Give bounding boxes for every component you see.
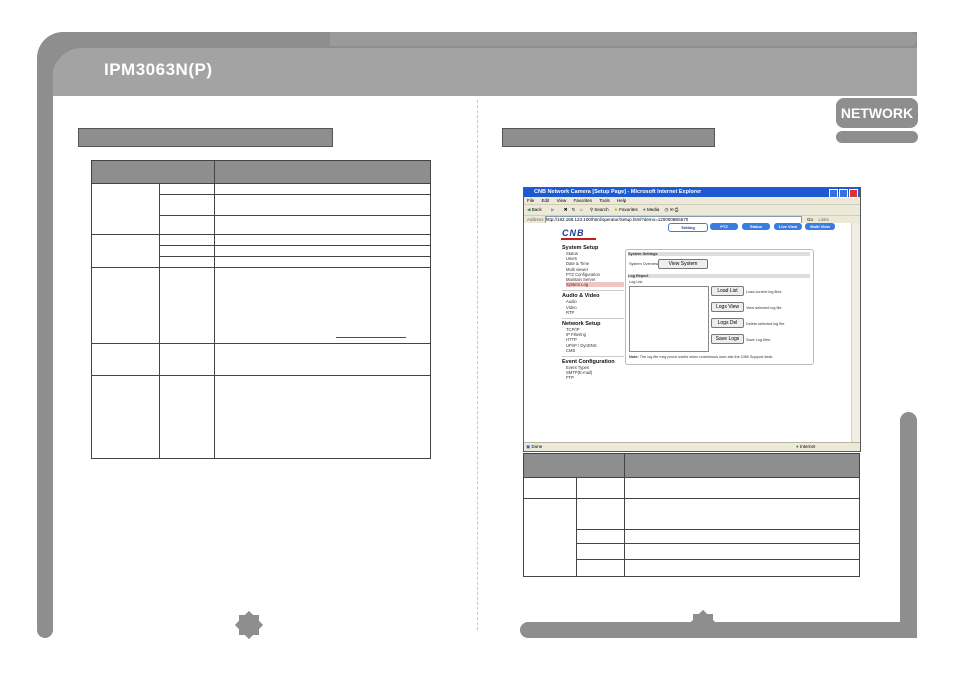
nav-item-rtp[interactable]: RTP [566,310,624,315]
system-overview-label: System Overview [629,262,659,266]
log-list-label: Log List [629,280,643,284]
nav-separator [562,356,624,358]
system-settings-header: System Settings [628,252,810,256]
page-seal-left-square [239,615,259,635]
links-label[interactable]: Links [818,217,829,222]
nav-separator [562,318,624,320]
left-section-bar [78,128,333,147]
close-icon[interactable] [849,189,858,198]
search-icon[interactable]: ⚲ [590,207,593,212]
reference-link[interactable] [336,336,406,338]
tab-multi-view[interactable]: Multi View [805,223,835,230]
cnb-logo: CNB [562,228,585,238]
status-text: Done [531,444,543,449]
stop-icon[interactable]: ✖ [564,207,568,212]
nav-item-cms[interactable]: CMS [566,348,624,353]
tab-status[interactable]: Status [742,223,770,230]
note-text: The log file may prove useful when unani… [639,355,774,359]
menu-help[interactable]: Help [617,198,626,203]
menu-tools[interactable]: Tools [599,198,610,203]
back-button[interactable]: Back [532,207,542,212]
logo-underline [561,238,596,240]
page-body: CNB Setting PTZ Status Live View Multi V… [524,223,851,442]
tab-live-view[interactable]: Live View [774,223,802,230]
right-section-bar [502,128,715,147]
tab-setting[interactable]: Setting [668,223,708,232]
status-zone: ● Internet [796,443,815,451]
search-button[interactable]: Search [594,207,608,212]
menu-bar: File Edit View Favorites Tools Help [524,197,860,204]
section-badge-underline [836,131,918,143]
home-icon[interactable]: ⌂ [580,207,583,212]
globe-icon: ● [796,444,799,449]
logs-del-description: Delete selected log file. [746,322,786,326]
menu-edit[interactable]: Edit [542,198,550,203]
model-title: IPM3063N(P) [104,60,213,79]
note-label: Note: [629,355,639,359]
log-report-header: Log Report [628,274,810,278]
nav-separator [562,290,624,292]
print-icon[interactable]: ⎙ [675,207,679,212]
minimize-icon[interactable] [829,189,838,198]
save-logs-button[interactable]: Save Logs [711,334,744,344]
right-frame-bar [900,412,917,638]
window-controls [829,189,858,198]
window-title: CNB Network Camera [Setup Page] - Micros… [524,188,860,197]
tab-ptz[interactable]: PTZ [710,223,738,230]
back-icon[interactable]: ◀ [527,207,530,212]
maximize-icon[interactable] [839,189,848,198]
ie-page-icon: ▣ [526,444,531,449]
vertical-scrollbar[interactable] [851,223,860,442]
load-list-button[interactable]: Load List [711,286,744,296]
log-list-box[interactable] [629,286,709,352]
right-table [523,453,860,577]
save-logs-description: Save Log files. [746,338,771,342]
setup-page-screenshot: CNB Network Camera [Setup Page] - Micros… [523,187,861,452]
status-bar: ▣ Done ● Internet [524,442,860,451]
forward-icon[interactable]: ▶ [551,207,554,212]
media-button[interactable]: Media [647,207,659,212]
menu-favorites[interactable]: Favorites [574,198,593,203]
left-frame-bar [37,60,53,638]
menu-view[interactable]: View [557,198,567,203]
address-label: Address [527,217,544,223]
refresh-icon[interactable]: ↻ [572,207,576,212]
favorites-icon[interactable]: ★ [614,207,618,212]
toolbar: ◀ Back ▶ ✖ ↻ ⌂ ⚲ Search ★ Favorites ● Me… [524,204,860,215]
settings-nav: System Setup Status Users Date & Time Mu… [562,245,624,381]
favorites-button[interactable]: Favorites [619,207,638,212]
page-seal-right-square [693,614,713,634]
logs-view-button[interactable]: Logs View [711,302,744,312]
load-list-description: Load current log files. [746,290,783,294]
logs-del-button[interactable]: Logs Del [711,318,744,328]
nav-item-system-log[interactable]: System Log [566,282,624,288]
history-icon[interactable]: ◷ [665,207,669,212]
menu-file[interactable]: File [527,198,534,203]
go-button[interactable]: Go [807,217,813,222]
bottom-frame-bar [520,622,917,638]
page-divider [477,100,478,630]
content-panel: System Settings System Overview View Sys… [625,249,814,365]
mail-icon[interactable]: ✉ [670,207,674,212]
header-top-stripe [330,32,917,46]
view-system-button[interactable]: View System [658,259,708,269]
left-table [91,160,431,459]
section-badge: NETWORK [836,98,918,128]
media-icon[interactable]: ● [643,207,646,212]
status-zone-text: Internet [799,444,816,449]
log-note: Note: The log file may prove useful when… [629,355,773,359]
top-tabs: Setting PTZ Status Live View Multi View [668,223,835,232]
logs-view-description: View selected log file. [746,306,783,310]
nav-item-ftp[interactable]: FTP [566,375,624,380]
